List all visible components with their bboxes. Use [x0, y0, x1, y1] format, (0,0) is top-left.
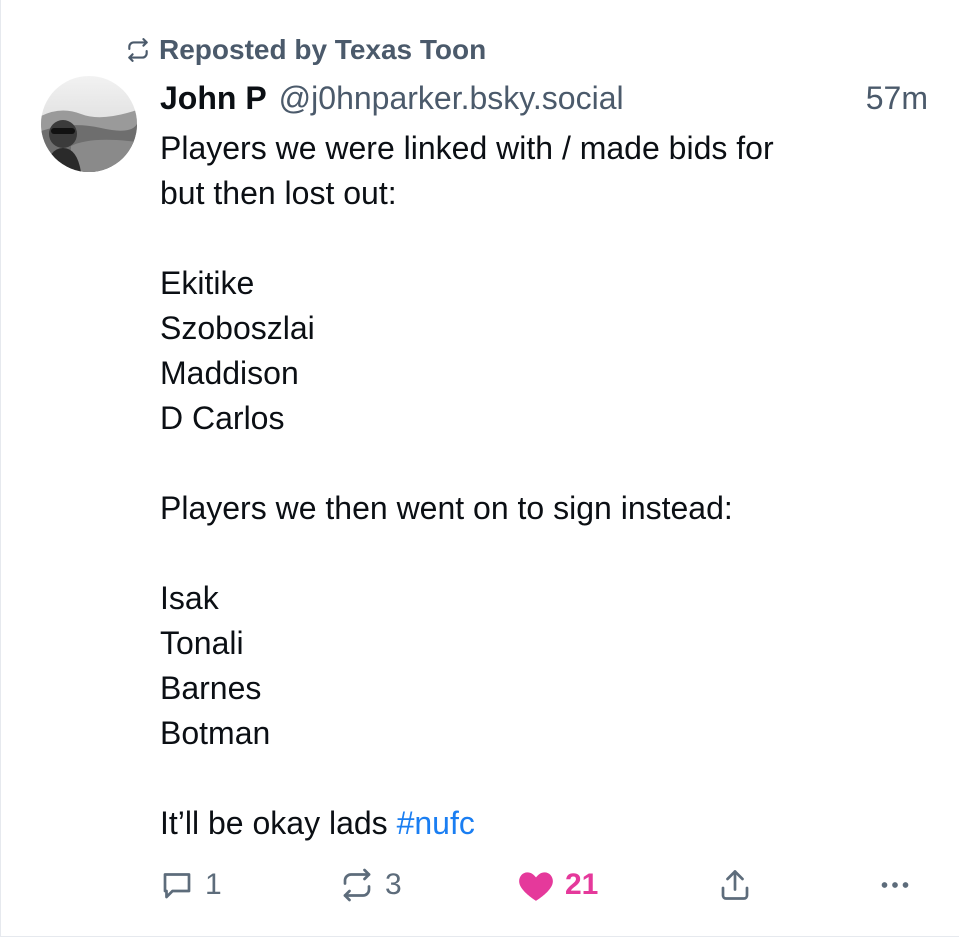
post-line: Players we then went on to sign instead: [160, 490, 733, 526]
hashtag-link[interactable]: #nufc [397, 805, 475, 841]
more-icon [875, 867, 915, 903]
post-line: Szoboszlai [160, 310, 315, 346]
author-name[interactable]: John P [160, 78, 267, 118]
repost-icon [125, 37, 151, 63]
post-line: Isak [160, 580, 219, 616]
post-line: It’ll be okay lads [160, 805, 388, 841]
repost-label: Reposted by Texas Toon [159, 34, 487, 65]
author-handle[interactable]: @j0hnparker.bsky.social [279, 78, 624, 118]
post-line: Barnes [160, 670, 262, 706]
post-line: Maddison [160, 355, 299, 391]
post-line-final: It’ll be okay lads #nufc [160, 801, 930, 846]
post-line: D Carlos [160, 400, 285, 436]
more-options-button[interactable] [875, 862, 915, 908]
post-line: Botman [160, 715, 271, 751]
post-timestamp[interactable]: 57m [866, 78, 928, 118]
heart-icon [517, 867, 555, 903]
post-line: Players we were linked with / made bids … [160, 130, 774, 166]
repost-count: 3 [385, 868, 402, 901]
post-line: Tonali [160, 625, 244, 661]
post-actions: 1 3 21 [159, 862, 919, 908]
like-count: 21 [565, 868, 599, 901]
repost-indicator[interactable]: Reposted by Texas Toon [125, 34, 486, 66]
reply-icon [159, 867, 195, 903]
repost-button[interactable]: 3 [339, 862, 402, 908]
like-button[interactable]: 21 [517, 862, 598, 908]
reply-count: 1 [205, 868, 222, 901]
post-header: John P @j0hnparker.bsky.social 57m [160, 78, 928, 118]
post-line: but then lost out: [160, 175, 397, 211]
post-text: Players we were linked with / made bids … [160, 126, 930, 846]
avatar[interactable] [41, 76, 137, 172]
post-card[interactable]: Reposted by Texas Toon John P @j0hnparke… [0, 0, 959, 937]
share-button[interactable] [717, 862, 753, 908]
reply-button[interactable]: 1 [159, 862, 222, 908]
repost-icon [339, 867, 375, 903]
post-line: Ekitike [160, 265, 255, 301]
share-icon [717, 867, 753, 903]
